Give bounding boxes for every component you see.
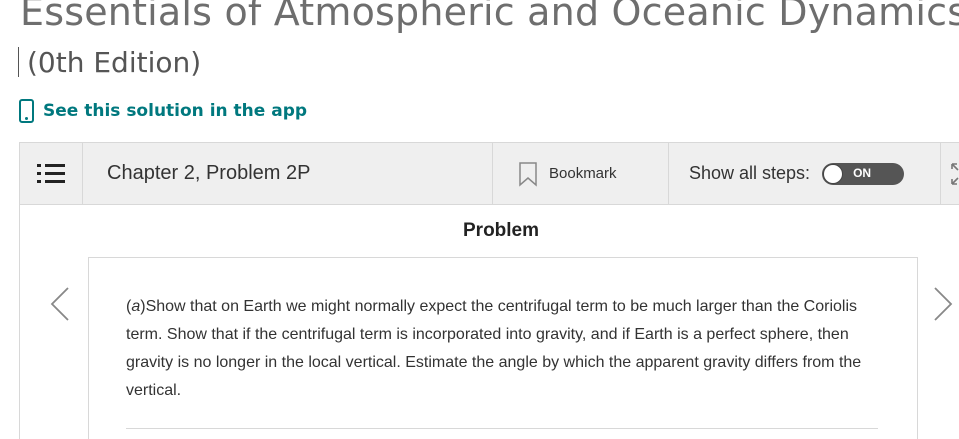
toggle-state-label: ON: [853, 165, 872, 180]
chapter-menu-button[interactable]: [20, 143, 83, 204]
chevron-right-icon[interactable]: [932, 286, 954, 322]
problem-part-label: a: [131, 298, 141, 315]
toggle-knob: [823, 163, 844, 184]
bookmark-icon: [519, 161, 537, 187]
chevron-left-icon[interactable]: [49, 286, 71, 322]
divider: [126, 428, 878, 429]
book-edition: (0th Edition): [27, 45, 202, 79]
chapter-problem-label: Chapter 2, Problem 2P: [83, 143, 493, 204]
phone-icon: [19, 99, 34, 123]
bookmark-label: Bookmark: [549, 165, 617, 182]
expand-button[interactable]: [941, 143, 959, 204]
edition-line: (0th Edition): [18, 45, 201, 79]
text-caret: [18, 47, 19, 77]
book-title: Essentials of Atmospheric and Oceanic Dy…: [20, 0, 959, 34]
show-all-steps: Show all steps: ON: [669, 143, 941, 204]
list-icon: [37, 163, 65, 184]
expand-icon: [951, 162, 959, 185]
bookmark-button[interactable]: Bookmark: [493, 143, 669, 204]
problem-statement: (a)Show that on Earth we might normally …: [126, 298, 862, 399]
app-link-label: See this solution in the app: [43, 101, 308, 121]
see-solution-in-app-link[interactable]: See this solution in the app: [19, 99, 307, 123]
problem-heading: Problem: [463, 220, 540, 241]
show-steps-toggle[interactable]: ON: [822, 162, 905, 185]
solution-toolbar: Chapter 2, Problem 2P Bookmark Show all …: [19, 142, 959, 205]
show-steps-label: Show all steps:: [689, 163, 811, 183]
problem-text: Show that on Earth we might normally exp…: [126, 298, 862, 399]
